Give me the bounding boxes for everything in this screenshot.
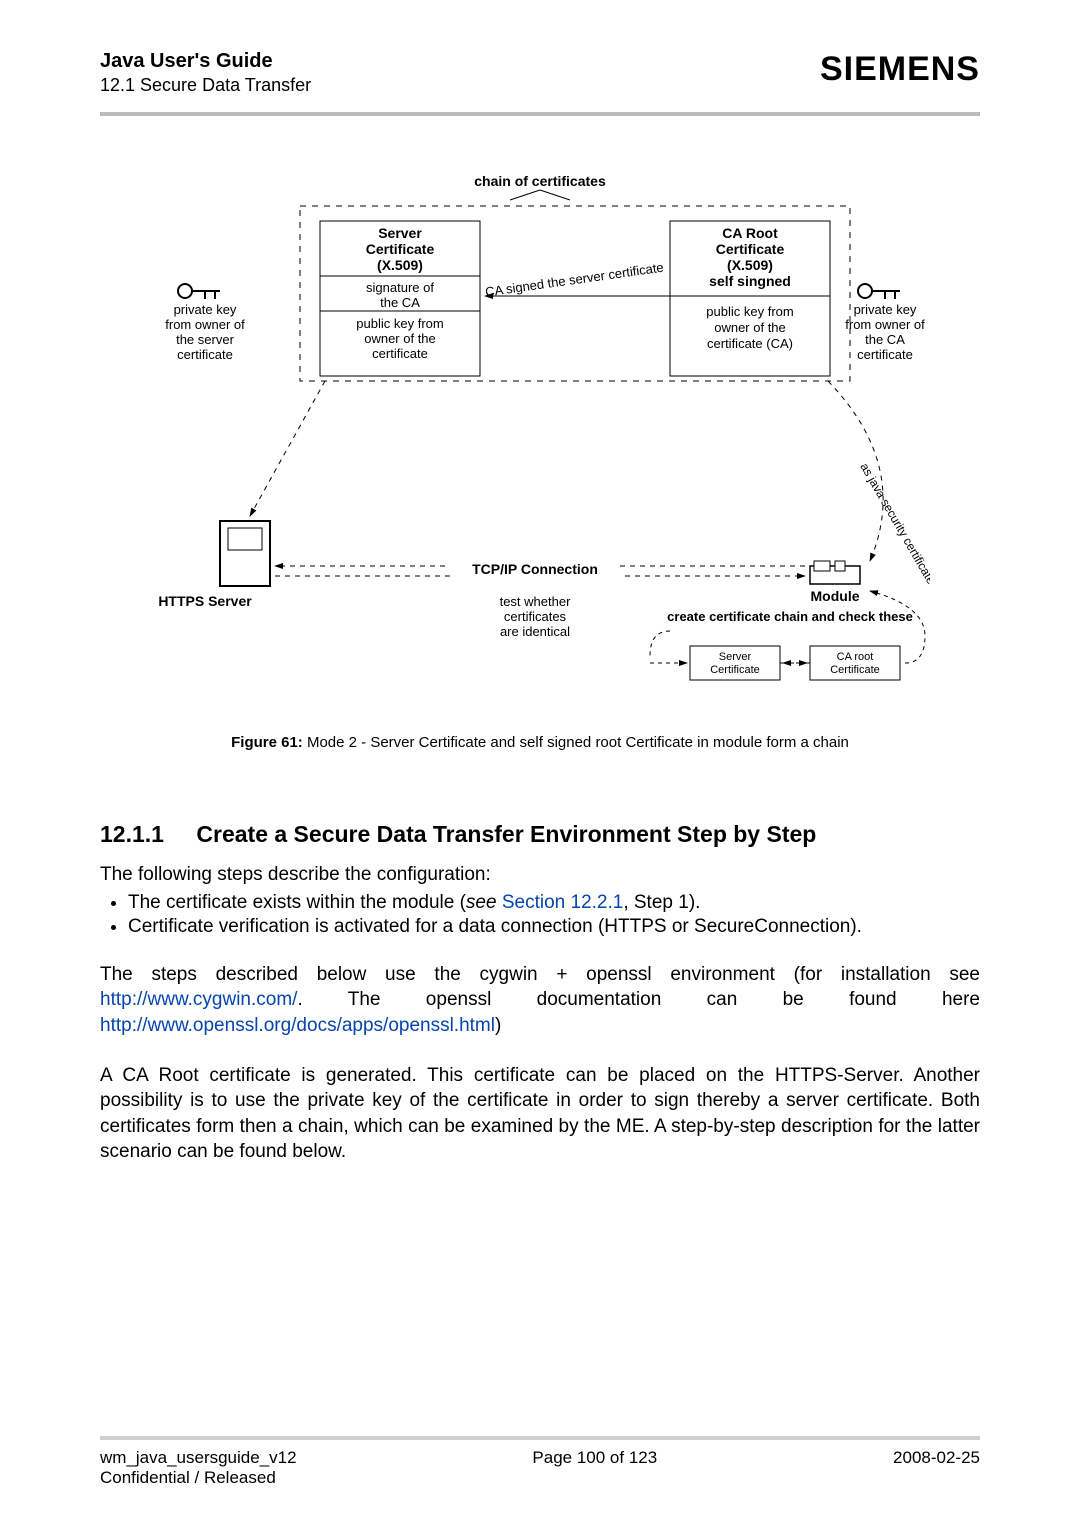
- svg-text:Certificate: Certificate: [716, 241, 785, 257]
- doc-section: 12.1 Secure Data Transfer: [100, 75, 311, 96]
- svg-text:Server: Server: [378, 225, 422, 241]
- footer-date: 2008-02-25: [893, 1448, 980, 1488]
- doc-title: Java User's Guide: [100, 50, 311, 73]
- svg-text:certificate (CA): certificate (CA): [707, 336, 793, 351]
- svg-text:from owner of: from owner of: [165, 317, 245, 332]
- bullet-1: The certificate exists within the module…: [128, 892, 980, 914]
- link-openssl[interactable]: http://www.openssl.org/docs/apps/openssl…: [100, 1015, 495, 1036]
- svg-text:Certificate: Certificate: [830, 664, 880, 676]
- svg-text:Server: Server: [719, 651, 752, 663]
- svg-text:certificate: certificate: [177, 347, 233, 362]
- svg-text:private key: private key: [174, 302, 237, 317]
- link-cygwin[interactable]: http://www.cygwin.com/: [100, 989, 297, 1010]
- svg-text:(X.509): (X.509): [377, 257, 423, 273]
- footer-doc-id: wm_java_usersguide_v12: [100, 1448, 297, 1468]
- figure-caption: Figure 61: Mode 2 - Server Certificate a…: [231, 734, 849, 751]
- svg-text:certificate: certificate: [372, 346, 428, 361]
- svg-text:are identical: are identical: [500, 624, 570, 639]
- svg-text:Certificate: Certificate: [366, 241, 435, 257]
- link-section-12-2-1[interactable]: Section 12.2.1: [502, 892, 623, 913]
- diagram-svg: chain of certificates Server Certificate…: [150, 166, 930, 726]
- svg-text:certificates: certificates: [504, 609, 567, 624]
- svg-text:HTTPS Server: HTTPS Server: [158, 593, 252, 609]
- svg-text:chain of certificates: chain of certificates: [474, 173, 606, 189]
- key-icon: [858, 284, 900, 299]
- svg-text:Certificate: Certificate: [710, 664, 760, 676]
- svg-text:certificate: certificate: [857, 347, 913, 362]
- brand-logo: SIEMENS: [820, 50, 980, 89]
- key-icon: [178, 284, 220, 299]
- section-heading: 12.1.1 Create a Secure Data Transfer Env…: [100, 821, 980, 848]
- svg-text:(X.509): (X.509): [727, 257, 773, 273]
- svg-text:TCP/IP Connection: TCP/IP Connection: [472, 561, 598, 577]
- para-ca-root: A CA Root certificate is generated. This…: [100, 1063, 980, 1166]
- svg-text:public key from: public key from: [356, 316, 443, 331]
- config-bullets: The certificate exists within the module…: [128, 892, 980, 938]
- svg-text:owner of the: owner of the: [364, 331, 436, 346]
- header-divider: [100, 112, 980, 116]
- footer-divider: [100, 1436, 980, 1440]
- svg-text:signature of: signature of: [366, 280, 434, 295]
- svg-text:owner of the: owner of the: [714, 320, 786, 335]
- svg-text:the CA: the CA: [380, 295, 420, 310]
- figure-61: chain of certificates Server Certificate…: [100, 166, 980, 751]
- para-env: The steps described below use the cygwin…: [100, 962, 980, 1039]
- svg-text:the server: the server: [176, 332, 234, 347]
- svg-text:private key: private key: [854, 302, 917, 317]
- footer-classification: Confidential / Released: [100, 1468, 297, 1488]
- svg-text:public key from: public key from: [706, 304, 793, 319]
- svg-text:Module: Module: [811, 588, 860, 604]
- svg-text:self singned: self singned: [709, 273, 791, 289]
- intro-para: The following steps describe the configu…: [100, 862, 980, 888]
- svg-text:CA signed the server certifica: CA signed the server certificate: [484, 260, 664, 300]
- bullet-2: Certificate verification is activated fo…: [128, 916, 980, 938]
- page-header: Java User's Guide 12.1 Secure Data Trans…: [100, 50, 980, 106]
- svg-text:the CA: the CA: [865, 332, 905, 347]
- svg-text:create certificate chain and c: create certificate chain and check these: [667, 609, 913, 624]
- svg-text:as java security certificate: as java security certificate: [857, 461, 930, 587]
- page-footer: wm_java_usersguide_v12 Confidential / Re…: [100, 1444, 980, 1488]
- footer-page-number: Page 100 of 123: [532, 1448, 657, 1488]
- svg-text:from owner of: from owner of: [845, 317, 925, 332]
- svg-text:CA root: CA root: [837, 651, 874, 663]
- svg-text:test whether: test whether: [500, 594, 571, 609]
- svg-text:CA Root: CA Root: [722, 225, 778, 241]
